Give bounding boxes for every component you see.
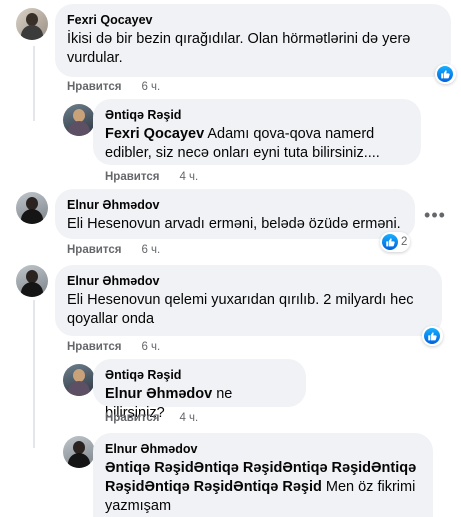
comment-timestamp[interactable]: 6 ч. bbox=[141, 244, 160, 256]
comment-text: Eli Hesenovun arvadı erməni, belədə özüd… bbox=[67, 216, 401, 232]
comment-author[interactable]: Elnur Əhmədov bbox=[67, 197, 403, 213]
thread-line bbox=[33, 378, 35, 448]
avatar[interactable] bbox=[63, 436, 95, 468]
mention-link[interactable]: Fexri Qocayev bbox=[105, 126, 204, 142]
like-link[interactable]: Нравится bbox=[67, 81, 121, 93]
comment-bubble: Fexri Qocayev İkisi də bir bezin qırağıd… bbox=[55, 4, 451, 77]
comment-bubble: Elnur Əhmədov Əntiqə RəşidƏntiqə RəşidƏn… bbox=[93, 433, 433, 517]
comment-bubble: Əntiqə Rəşid Fexri Qocayev Adamı qova-qo… bbox=[93, 99, 421, 165]
comment-bubble: Əntiqə Rəşid Elnur Əhmədov ne bilirsiniz… bbox=[93, 359, 306, 421]
comment-text: İkisi də bir bezin qırağıdılar. Olan hör… bbox=[67, 31, 411, 66]
comment-timestamp[interactable]: 4 ч. bbox=[179, 412, 198, 424]
like-link[interactable]: Нравится bbox=[105, 171, 159, 183]
thread-line bbox=[33, 300, 35, 378]
thread-line bbox=[33, 46, 35, 121]
more-options-button[interactable]: ••• bbox=[421, 201, 449, 229]
avatar[interactable] bbox=[16, 192, 48, 224]
comment-actions: Нравится 6 ч. bbox=[67, 243, 160, 257]
reaction-badge[interactable]: 2 bbox=[380, 232, 411, 252]
avatar[interactable] bbox=[63, 364, 95, 396]
like-icon bbox=[437, 66, 453, 82]
comment-text: Eli Hesenovun qelemi yuxarıdan qırılıb. … bbox=[67, 292, 414, 327]
comment-author[interactable]: Elnur Əhmədov bbox=[105, 441, 421, 457]
comment-text: Fexri Qocayev Adamı qova-qova namerd edi… bbox=[105, 126, 380, 161]
comment-bubble: Elnur Əhmədov Eli Hesenovun qelemi yuxar… bbox=[55, 265, 442, 336]
more-options-icon: ••• bbox=[424, 204, 446, 225]
reaction-badge[interactable] bbox=[435, 64, 456, 84]
comment-author[interactable]: Əntiqə Rəşid bbox=[105, 367, 294, 383]
comment-actions: Нравится 4 ч. bbox=[105, 411, 198, 425]
mention-link[interactable]: Elnur Əhmədov bbox=[105, 386, 212, 402]
comment-author[interactable]: Əntiqə Rəşid bbox=[105, 107, 409, 123]
reaction-count: 2 bbox=[401, 236, 408, 248]
comment-author[interactable]: Fexri Qocayev bbox=[67, 12, 439, 28]
like-icon bbox=[424, 328, 440, 344]
reaction-badge[interactable] bbox=[422, 326, 443, 346]
avatar[interactable] bbox=[16, 8, 48, 40]
comment-timestamp[interactable]: 6 ч. bbox=[141, 81, 160, 93]
comment-actions: Нравится 6 ч. bbox=[67, 80, 160, 94]
comment-author[interactable]: Elnur Əhmədov bbox=[67, 273, 430, 289]
like-link[interactable]: Нравится bbox=[67, 244, 121, 256]
comment-actions: Нравится 4 ч. bbox=[105, 170, 198, 184]
comment-bubble: Elnur Əhmədov Eli Hesenovun arvadı ermən… bbox=[55, 189, 415, 239]
avatar[interactable] bbox=[16, 265, 48, 297]
like-link[interactable]: Нравится bbox=[105, 412, 159, 424]
avatar[interactable] bbox=[63, 104, 95, 136]
comment-actions: Нравится 6 ч. bbox=[67, 340, 160, 354]
comment-text: Əntiqə RəşidƏntiqə RəşidƏntiqə RəşidƏnti… bbox=[105, 460, 417, 514]
comment-timestamp[interactable]: 4 ч. bbox=[179, 171, 198, 183]
like-icon bbox=[382, 234, 398, 250]
like-link[interactable]: Нравится bbox=[67, 341, 121, 353]
comment-timestamp[interactable]: 6 ч. bbox=[141, 341, 160, 353]
